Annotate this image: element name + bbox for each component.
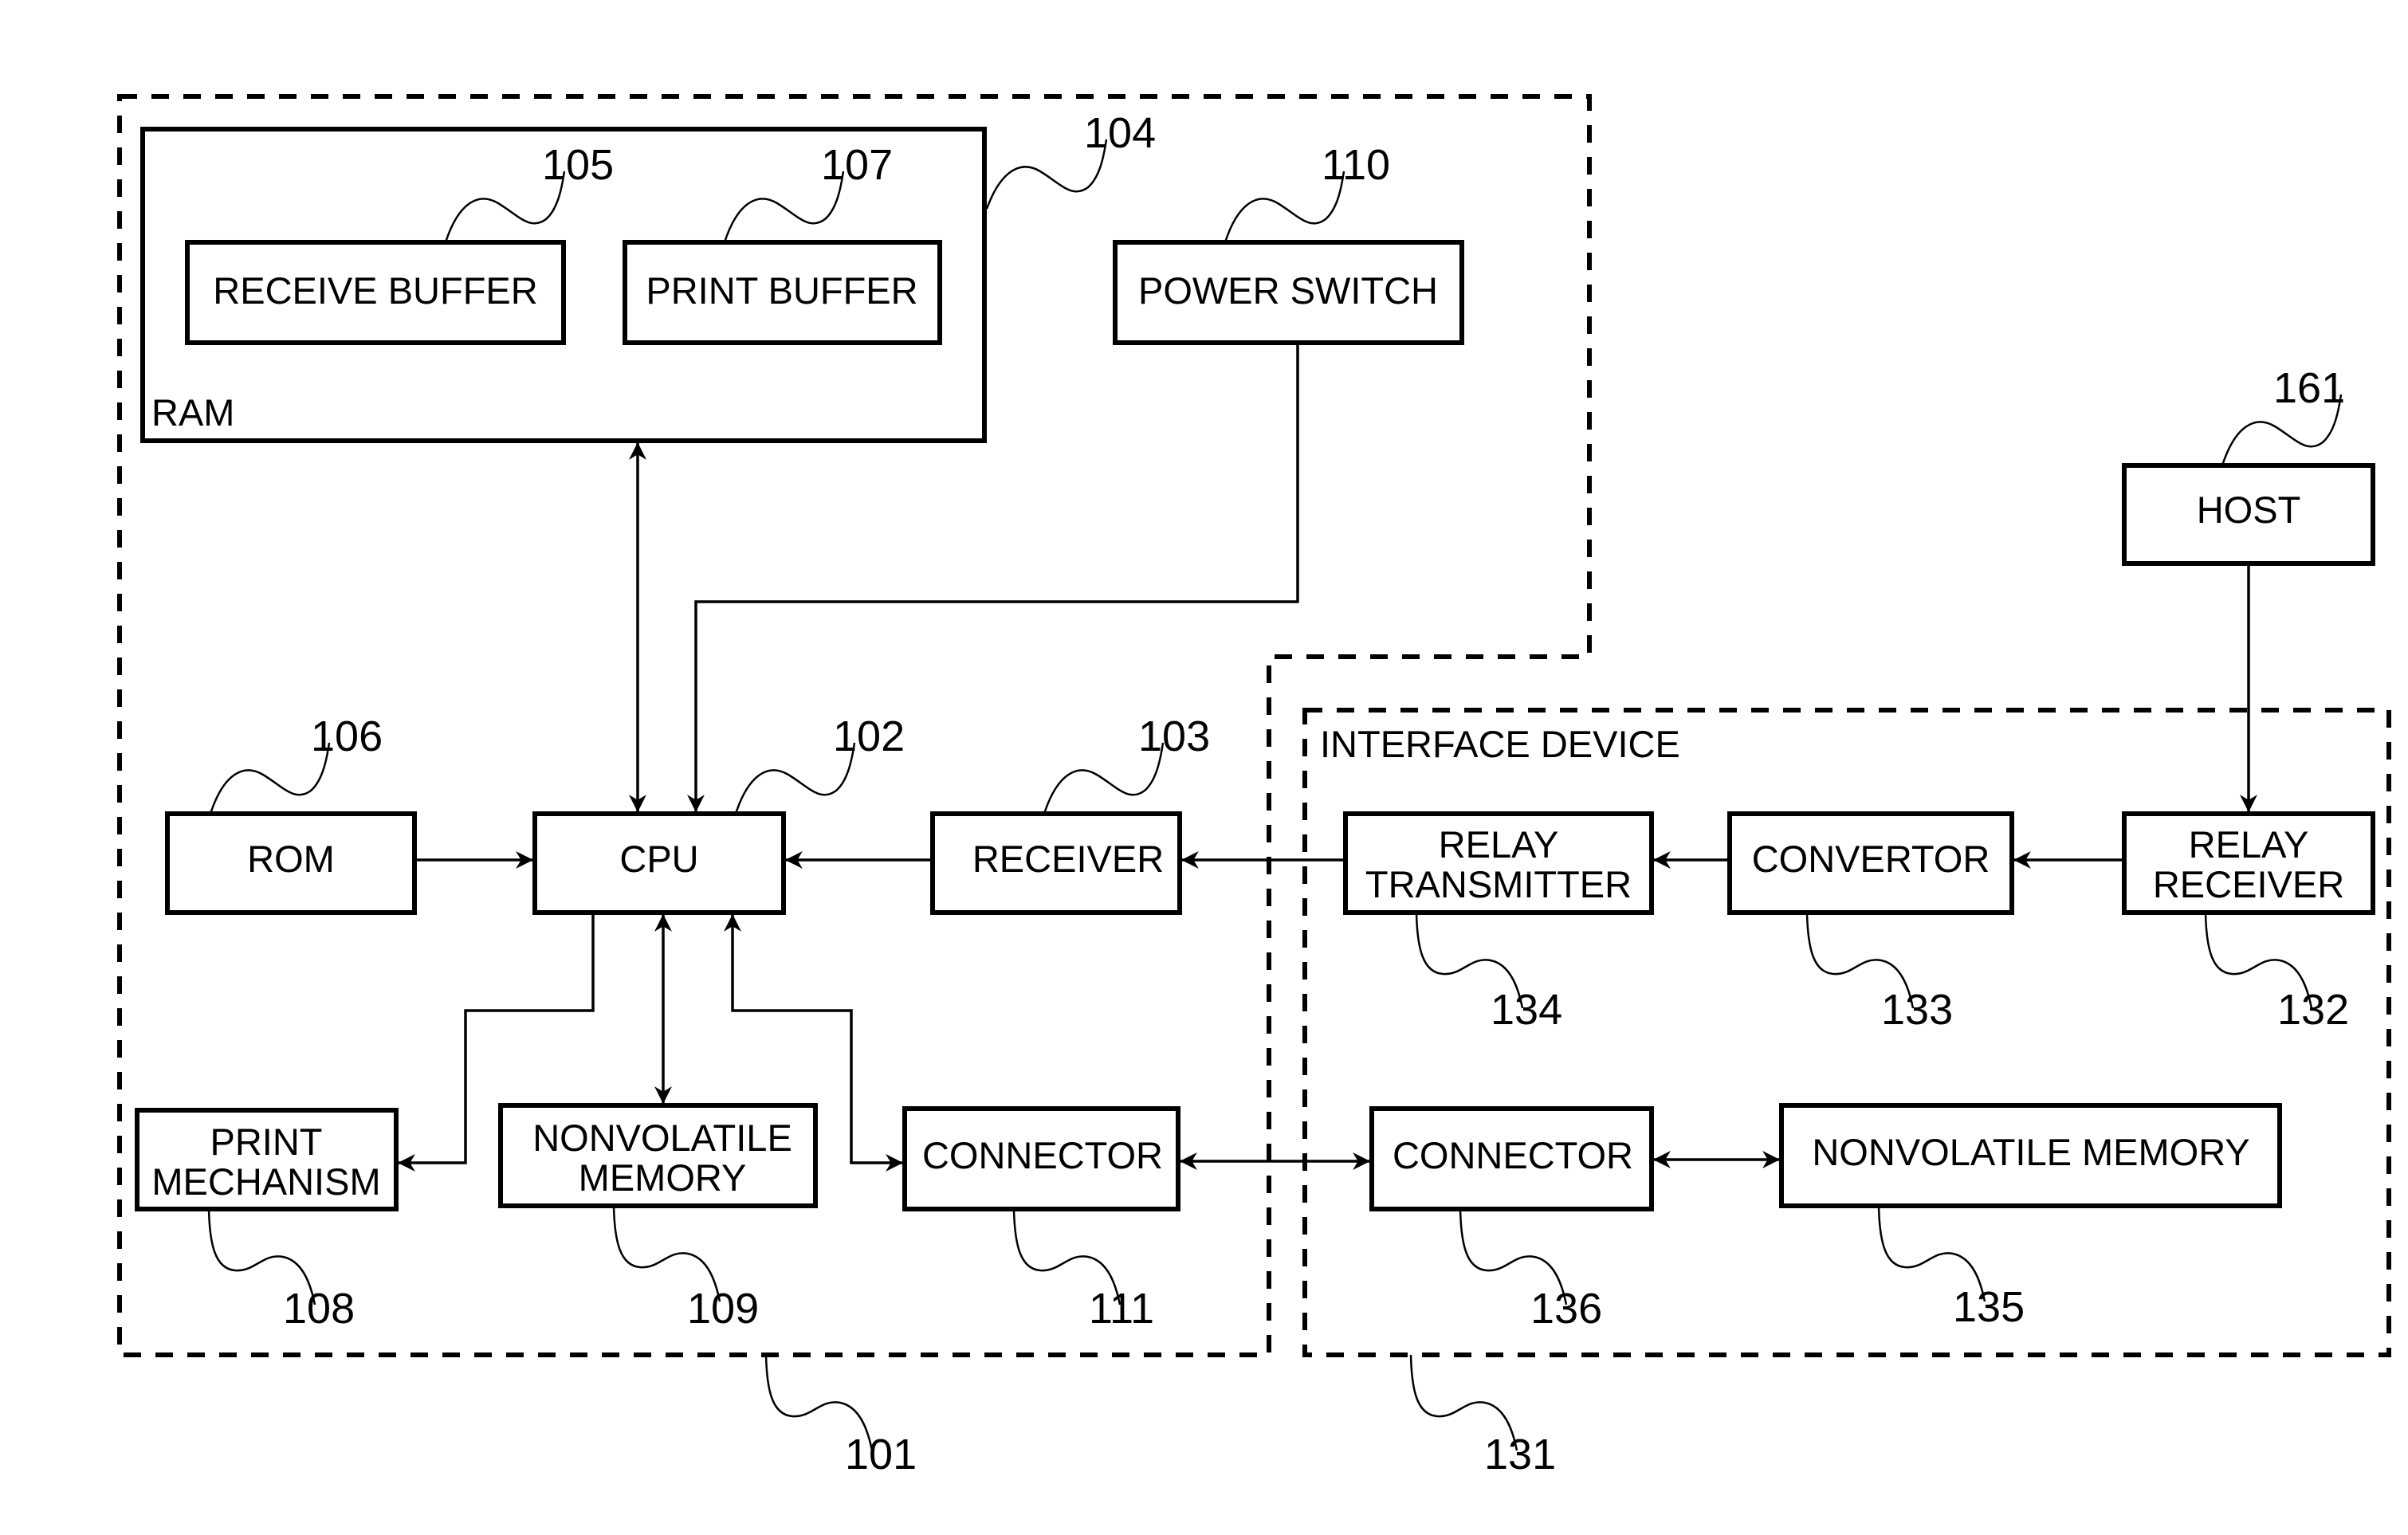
ref-105: 105 xyxy=(542,141,614,189)
connector-interface-block: CONNECTOR xyxy=(1369,1106,1654,1211)
nonvolatile-memory-printer-label-line2: MEMORY xyxy=(579,1156,747,1199)
receive-buffer-block: RECEIVE BUFFER xyxy=(185,240,566,345)
ref-136: 136 xyxy=(1530,1285,1602,1333)
connector-interface-label: CONNECTOR xyxy=(1393,1134,1633,1176)
receive-buffer-label: RECEIVE BUFFER xyxy=(213,269,537,312)
interface-device-region: INTERFACE DEVICE xyxy=(1302,708,2391,1357)
relay-receiver-label-line1: RELAY xyxy=(2189,823,2309,866)
ref-101: 101 xyxy=(845,1431,917,1478)
ref-106: 106 xyxy=(311,713,383,760)
print-mechanism-label-line2: MECHANISM xyxy=(151,1160,380,1203)
receiver-block: RECEIVER xyxy=(930,811,1182,915)
host-label: HOST xyxy=(2197,489,2301,531)
rom-block: ROM xyxy=(165,811,417,915)
nonvolatile-memory-interface-block: NONVOLATILE MEMORY xyxy=(1779,1103,2282,1208)
ref-131: 131 xyxy=(1484,1431,1556,1478)
cpu-label: CPU xyxy=(619,838,698,880)
ref-103: 103 xyxy=(1138,713,1210,760)
connector-printer-label: CONNECTOR xyxy=(922,1134,1163,1176)
power-switch-label: POWER SWITCH xyxy=(1138,269,1438,312)
print-mechanism-label-line1: PRINT xyxy=(210,1121,323,1163)
convertor-label: CONVERTOR xyxy=(1752,838,1990,880)
rom-label: ROM xyxy=(247,838,335,880)
relay-receiver-block: RELAY RECEIVER xyxy=(2122,811,2375,915)
ref-108: 108 xyxy=(283,1285,355,1333)
ref-102: 102 xyxy=(833,713,905,760)
host-block: HOST xyxy=(2122,463,2375,566)
ref-111: 111 xyxy=(1089,1285,1154,1333)
nonvolatile-memory-interface-label: NONVOLATILE MEMORY xyxy=(1812,1131,2249,1173)
ref-109: 109 xyxy=(687,1285,759,1333)
ref-161: 161 xyxy=(2273,364,2345,412)
relay-transmitter-label-line1: RELAY xyxy=(1439,823,1559,866)
nonvolatile-memory-printer-label-line1: NONVOLATILE xyxy=(532,1117,792,1159)
ref-132: 132 xyxy=(2277,986,2349,1034)
ref-104: 104 xyxy=(1084,109,1156,157)
ref-133: 133 xyxy=(1881,986,1953,1034)
ram-label: RAM xyxy=(151,391,234,434)
relay-receiver-label-line2: RECEIVER xyxy=(2153,863,2344,905)
relay-transmitter-block: RELAY TRANSMITTER xyxy=(1343,811,1654,915)
receiver-label: RECEIVER xyxy=(972,838,1164,880)
power-switch-block: POWER SWITCH xyxy=(1113,240,1464,345)
print-buffer-label: PRINT BUFFER xyxy=(646,269,917,312)
print-buffer-block: PRINT BUFFER xyxy=(623,240,942,345)
interface-device-label: INTERFACE DEVICE xyxy=(1320,723,1680,765)
print-mechanism-block: PRINT MECHANISM xyxy=(135,1108,399,1211)
ref-134: 134 xyxy=(1491,986,1562,1034)
cpu-block: CPU xyxy=(532,811,786,915)
ref-107: 107 xyxy=(821,141,893,189)
nonvolatile-memory-printer-block: NONVOLATILE MEMORY xyxy=(498,1103,818,1208)
ref-135: 135 xyxy=(1953,1283,2025,1331)
convertor-block: CONVERTOR xyxy=(1727,811,2014,915)
connector-printer-block: CONNECTOR xyxy=(902,1106,1180,1211)
relay-transmitter-label-line2: TRANSMITTER xyxy=(1365,863,1632,905)
block-diagram: INTERFACE DEVICE RAM RECEIVE BUFFER PRIN… xyxy=(117,94,2391,1478)
ref-110: 110 xyxy=(1322,141,1390,189)
